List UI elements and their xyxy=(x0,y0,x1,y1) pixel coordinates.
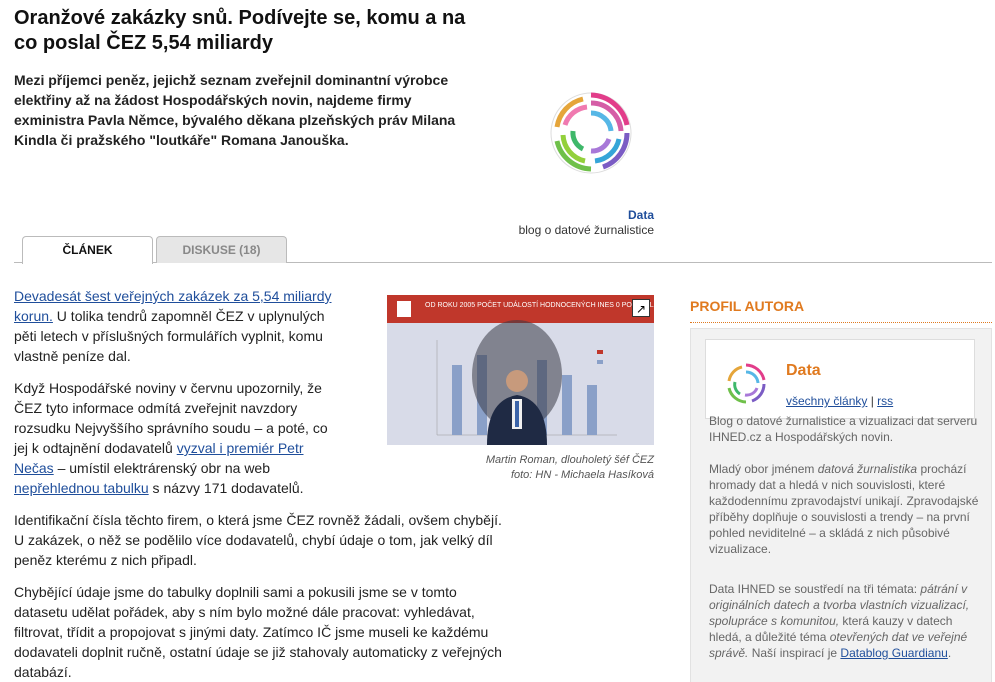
tab-article[interactable]: ČLÁNEK xyxy=(22,236,153,264)
article-headline: Oranžové zakázky snů. Podívejte se, komu… xyxy=(14,7,466,54)
photo-caption: Martin Roman, dlouholetý šéf ČEZ foto: H… xyxy=(387,453,654,483)
profile-description: Data IHNED se soustředí na tři témata: p… xyxy=(709,582,970,660)
photo-image: OD ROKU 2005 POČET UDÁLOSTÍ HODNOCENÝCH … xyxy=(387,295,654,445)
article-perex: Mezi příjemci peněz, jejichž seznam zveř… xyxy=(14,72,456,148)
guardian-datablog-link[interactable]: Datablog Guardianu xyxy=(840,646,947,660)
profile-heading: PROFIL AUTORA xyxy=(690,298,805,314)
article-photo[interactable]: OD ROKU 2005 POČET UDÁLOSTÍ HODNOCENÝCH … xyxy=(387,295,654,445)
profile-divider xyxy=(690,322,992,323)
profile-description: Blog o datové žurnalistice a vizualizaci… xyxy=(709,414,978,444)
author-links: všechny články | rss xyxy=(786,394,894,408)
article-paragraph: Chybějící údaje jsme do tabulky doplnili… xyxy=(14,584,502,680)
screen-title-text: OD ROKU 2005 POČET UDÁLOSTÍ HODNOCENÝCH … xyxy=(425,300,654,309)
profile-description: Mladý obor jménem datová žurnalistika pr… xyxy=(709,462,979,556)
photo-credit: foto: HN - Michaela Hasíková xyxy=(510,469,654,481)
author-card: Data všechny články | rss xyxy=(705,339,975,419)
expand-photo-icon[interactable]: ↗ xyxy=(632,299,650,317)
data-blog-logo[interactable] xyxy=(543,85,639,181)
article-paragraph: Identifikační čísla těchto firem, o kter… xyxy=(14,512,502,568)
photo-caption-line: Martin Roman, dlouholetý šéf ČEZ xyxy=(485,454,654,466)
blog-name-link[interactable]: Data xyxy=(560,208,654,222)
blog-subtitle: blog o datové žurnalistice xyxy=(518,223,654,237)
supplier-table-link[interactable]: nepřehlednou tabulku xyxy=(14,480,149,496)
author-avatar-logo[interactable] xyxy=(722,360,770,408)
rss-link[interactable]: rss xyxy=(877,394,893,408)
author-name[interactable]: Data xyxy=(786,362,821,380)
author-profile-box: Data všechny články | rss Blog o datové … xyxy=(690,328,992,682)
tab-discussion[interactable]: DISKUSE (18) xyxy=(156,236,287,263)
all-articles-link[interactable]: všechny články xyxy=(786,394,867,408)
